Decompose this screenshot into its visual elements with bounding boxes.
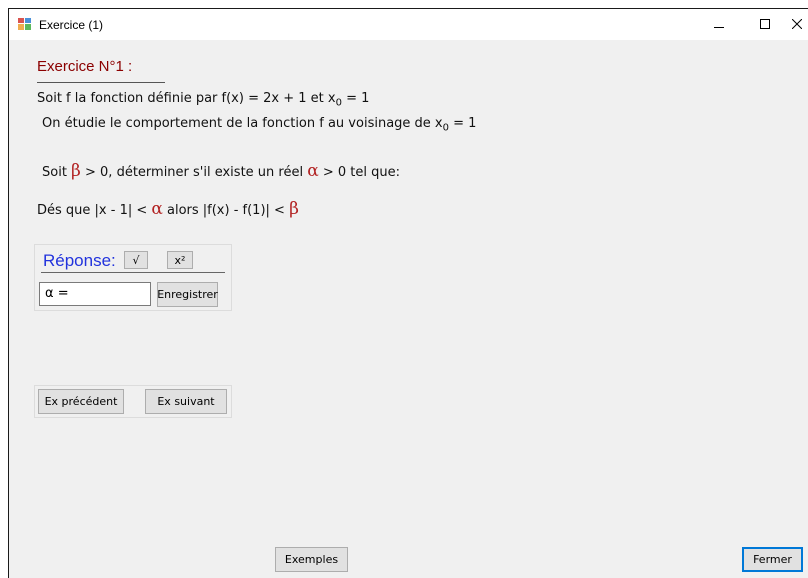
- examples-button[interactable]: Exemples: [275, 547, 348, 572]
- condition-text: > 0, déterminer s'il existe un réel: [80, 165, 308, 180]
- close-icon: [791, 16, 803, 34]
- beta-symbol: β: [71, 161, 81, 181]
- definition-text: Soit f la fonction définie par f(x) = 2x…: [37, 91, 336, 106]
- condition-text: > 0 tel que:: [318, 165, 400, 180]
- alpha-input[interactable]: α =: [39, 282, 151, 306]
- close-button[interactable]: Fermer: [742, 547, 803, 572]
- maximize-button[interactable]: [745, 9, 785, 40]
- exercise-heading: Exercice N°1 :: [37, 58, 133, 75]
- alpha-symbol: α: [151, 199, 163, 219]
- condition-text: Soit: [42, 165, 72, 180]
- condition-sentence: Soit β > 0, déterminer s'il existe un ré…: [42, 161, 400, 181]
- next-exercise-button[interactable]: Ex suivant: [145, 389, 227, 414]
- study-text: On étudie le comportement de la fonction…: [42, 116, 443, 131]
- sqrt-button[interactable]: √: [124, 251, 148, 269]
- app-window: Exercice (1) Exercice N°1 : Soit f la fo…: [8, 8, 808, 578]
- answer-label: Réponse:: [43, 251, 116, 270]
- previous-exercise-button[interactable]: Ex précédent: [38, 389, 124, 414]
- minimize-button[interactable]: [699, 9, 739, 40]
- app-icon: [18, 18, 31, 30]
- answer-panel: Réponse: √ x² α = Enregistrer: [34, 244, 232, 311]
- window-title: Exercice (1): [39, 18, 104, 32]
- form-content: Exercice N°1 : Soit f la fonction défini…: [9, 40, 808, 578]
- minimize-icon: [714, 16, 724, 34]
- save-button[interactable]: Enregistrer: [157, 282, 218, 307]
- title-bar[interactable]: Exercice (1): [9, 9, 808, 40]
- limit-text: alors |f(x) - f(1)| <: [162, 203, 290, 218]
- maximize-icon: [760, 16, 770, 34]
- beta-symbol: β: [289, 199, 299, 219]
- limit-sentence: Dés que |x - 1| < α alors |f(x) - f(1)| …: [37, 199, 299, 219]
- function-definition: Soit f la fonction définie par f(x) = 2x…: [37, 91, 369, 109]
- study-value: = 1: [449, 116, 477, 131]
- limit-text: Dés que |x - 1| <: [37, 203, 152, 218]
- definition-value: = 1: [341, 91, 370, 106]
- close-window-button[interactable]: [785, 9, 808, 40]
- square-button[interactable]: x²: [167, 251, 193, 269]
- heading-underline: [37, 82, 165, 83]
- answer-separator: [41, 272, 225, 273]
- navigation-panel: Ex précédent Ex suivant: [34, 385, 232, 418]
- study-sentence: On étudie le comportement de la fonction…: [42, 116, 476, 134]
- alpha-symbol: α: [307, 161, 319, 181]
